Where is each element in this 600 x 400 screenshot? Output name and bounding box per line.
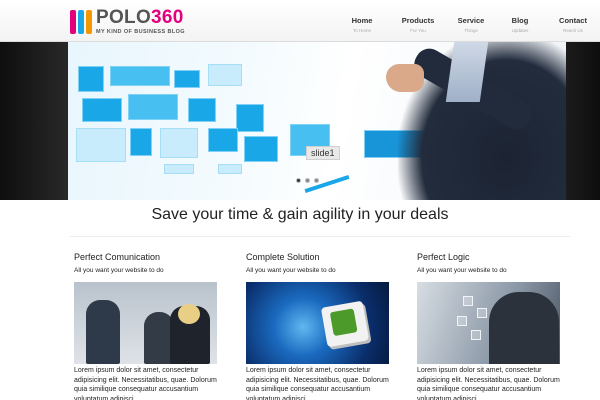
lightbulb-tile-icon: [208, 128, 238, 152]
feature-column-solution: Complete Solution All you want your webs…: [246, 252, 391, 400]
cloud-tile-icon: [82, 98, 122, 122]
slide-dot-3[interactable]: [314, 178, 319, 183]
logo-bars-icon: [70, 10, 92, 34]
slide-dot-2[interactable]: [305, 178, 310, 183]
nav-item-contact[interactable]: Contact Reach Us: [546, 0, 600, 42]
site-logo[interactable]: POLO360 MY KIND OF BUSINESS BLOG: [70, 7, 185, 37]
nav-label: Home: [351, 16, 373, 25]
feature-subtitle: All you want your website to do: [74, 267, 164, 274]
site-header: POLO360 MY KIND OF BUSINESS BLOG Home To…: [0, 0, 600, 42]
nav-sublabel: For You: [410, 28, 426, 33]
slide-dot-1[interactable]: [296, 178, 301, 183]
feature-text: Lorem ipsum dolor sit amet, consectetur …: [74, 367, 217, 400]
chart-tile-icon: [78, 66, 104, 92]
page-headline: Save your time & gain agility in your de…: [151, 206, 449, 223]
nav-label: Contact: [559, 16, 587, 25]
tile-icon: [130, 128, 152, 156]
nav-label: Products: [401, 16, 435, 25]
feature-text: Lorem ipsum dolor sit amet, consectetur …: [246, 367, 389, 400]
nav-item-home[interactable]: Home To Home: [336, 0, 388, 42]
feature-column-communication: Perfect Comunication All you want your w…: [74, 252, 219, 400]
feature-subtitle: All you want your website to do: [246, 267, 336, 274]
nav-sublabel: Updates: [511, 28, 529, 33]
nav-item-service[interactable]: Service Things: [448, 0, 494, 42]
nav-label: Blog: [511, 16, 529, 25]
nav-label: Service: [457, 16, 485, 25]
solutions-key-icon: [320, 300, 370, 348]
hero-slide[interactable]: [68, 42, 566, 200]
section-divider: [70, 236, 570, 237]
nav-sublabel: Reach Us: [563, 28, 583, 33]
slider-pagination: [296, 178, 319, 183]
feature-title[interactable]: Perfect Logic: [417, 252, 562, 262]
logo-brand-number: 360: [151, 7, 184, 28]
tile-icon: [128, 94, 178, 120]
text-tile-icon: [160, 128, 198, 158]
person-tile-icon: [236, 104, 264, 132]
businessman-hand: [386, 64, 424, 92]
tile-icon: [174, 70, 200, 88]
mail-tile-icon: [164, 164, 194, 174]
bar-chart-tile-icon: [110, 66, 170, 86]
touchscreen-businessman-image: [417, 282, 560, 364]
gears-tile-icon: [76, 128, 126, 162]
business-team-image: [74, 282, 217, 364]
feature-subtitle: All you want your website to do: [417, 267, 507, 274]
nav-sublabel: To Home: [352, 28, 371, 33]
logo-brand-prefix: POLO: [96, 7, 152, 28]
people-tile-icon: [244, 136, 278, 162]
globe-keyboard-image: [246, 282, 389, 364]
feature-title[interactable]: Complete Solution: [246, 252, 391, 262]
slide-caption: slide1: [306, 146, 340, 160]
nav-item-blog[interactable]: Blog Updates: [494, 0, 546, 42]
logo-wordmark: POLO360: [96, 7, 185, 28]
feature-column-logic: Perfect Logic All you want your website …: [417, 252, 562, 400]
nav-item-products[interactable]: Products For You: [388, 0, 448, 42]
puzzle-tile-icon: [188, 98, 216, 122]
main-nav: Home To Home Products For You Service Th…: [336, 0, 600, 42]
nav-sublabel: Things: [464, 28, 478, 33]
logo-tagline: MY KIND OF BUSINESS BLOG: [96, 29, 185, 35]
feature-text: Lorem ipsum dolor sit amet, consectetur …: [417, 367, 560, 400]
tile-icon: [218, 164, 242, 174]
tile-icon: [208, 64, 242, 86]
feature-title[interactable]: Perfect Comunication: [74, 252, 219, 262]
